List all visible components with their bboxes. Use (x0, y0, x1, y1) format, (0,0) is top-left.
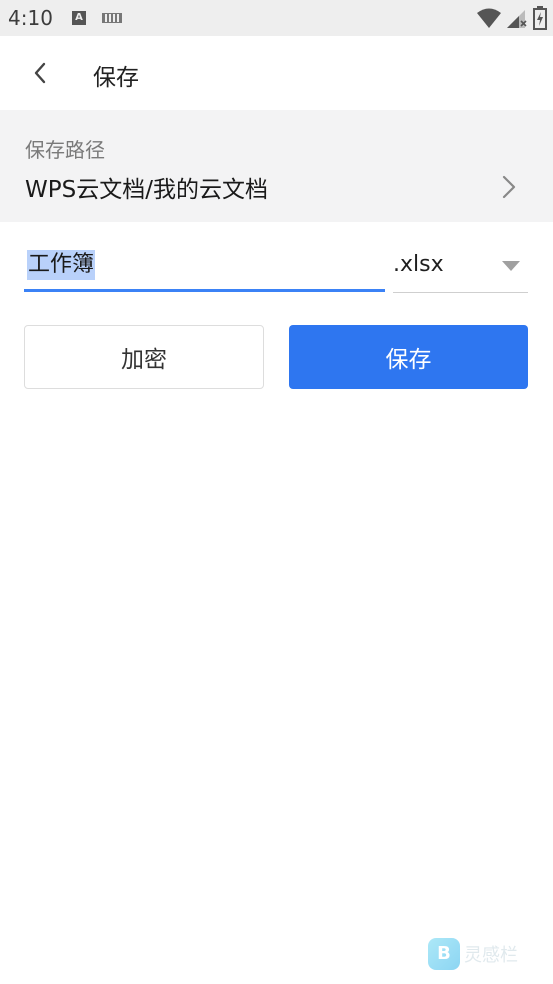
watermark: B 灵感栏 (428, 938, 518, 970)
save-button[interactable]: 保存 (289, 325, 528, 389)
watermark-text: 灵感栏 (464, 945, 518, 966)
file-name-text[interactable]: 工作簿 (27, 250, 96, 280)
signal-icon (507, 10, 527, 28)
encrypt-button[interactable]: 加密 (24, 325, 264, 389)
battery-icon (533, 6, 547, 30)
status-bar: 4:10 A (0, 0, 553, 36)
back-arrow-icon[interactable] (28, 58, 56, 88)
status-time: 4:10 (8, 6, 53, 30)
file-name-input[interactable]: 工作簿 (24, 240, 385, 292)
save-path-label: 保存路径 (25, 138, 105, 162)
file-extension-value: .xlsx (393, 252, 444, 277)
page-title: 保存 (93, 65, 139, 91)
app-bar: 保存 (0, 36, 553, 110)
chevron-right-icon (502, 175, 516, 199)
wifi-icon (477, 8, 501, 28)
save-path-value: WPS云文档/我的云文档 (25, 177, 268, 203)
dropdown-triangle-icon (502, 261, 520, 271)
file-extension-select[interactable]: .xlsx (393, 240, 528, 293)
keyboard-icon (102, 13, 122, 23)
notification-a-icon: A (72, 11, 86, 25)
save-path-selector[interactable]: 保存路径 WPS云文档/我的云文档 (0, 110, 553, 222)
watermark-logo: B (428, 938, 460, 970)
